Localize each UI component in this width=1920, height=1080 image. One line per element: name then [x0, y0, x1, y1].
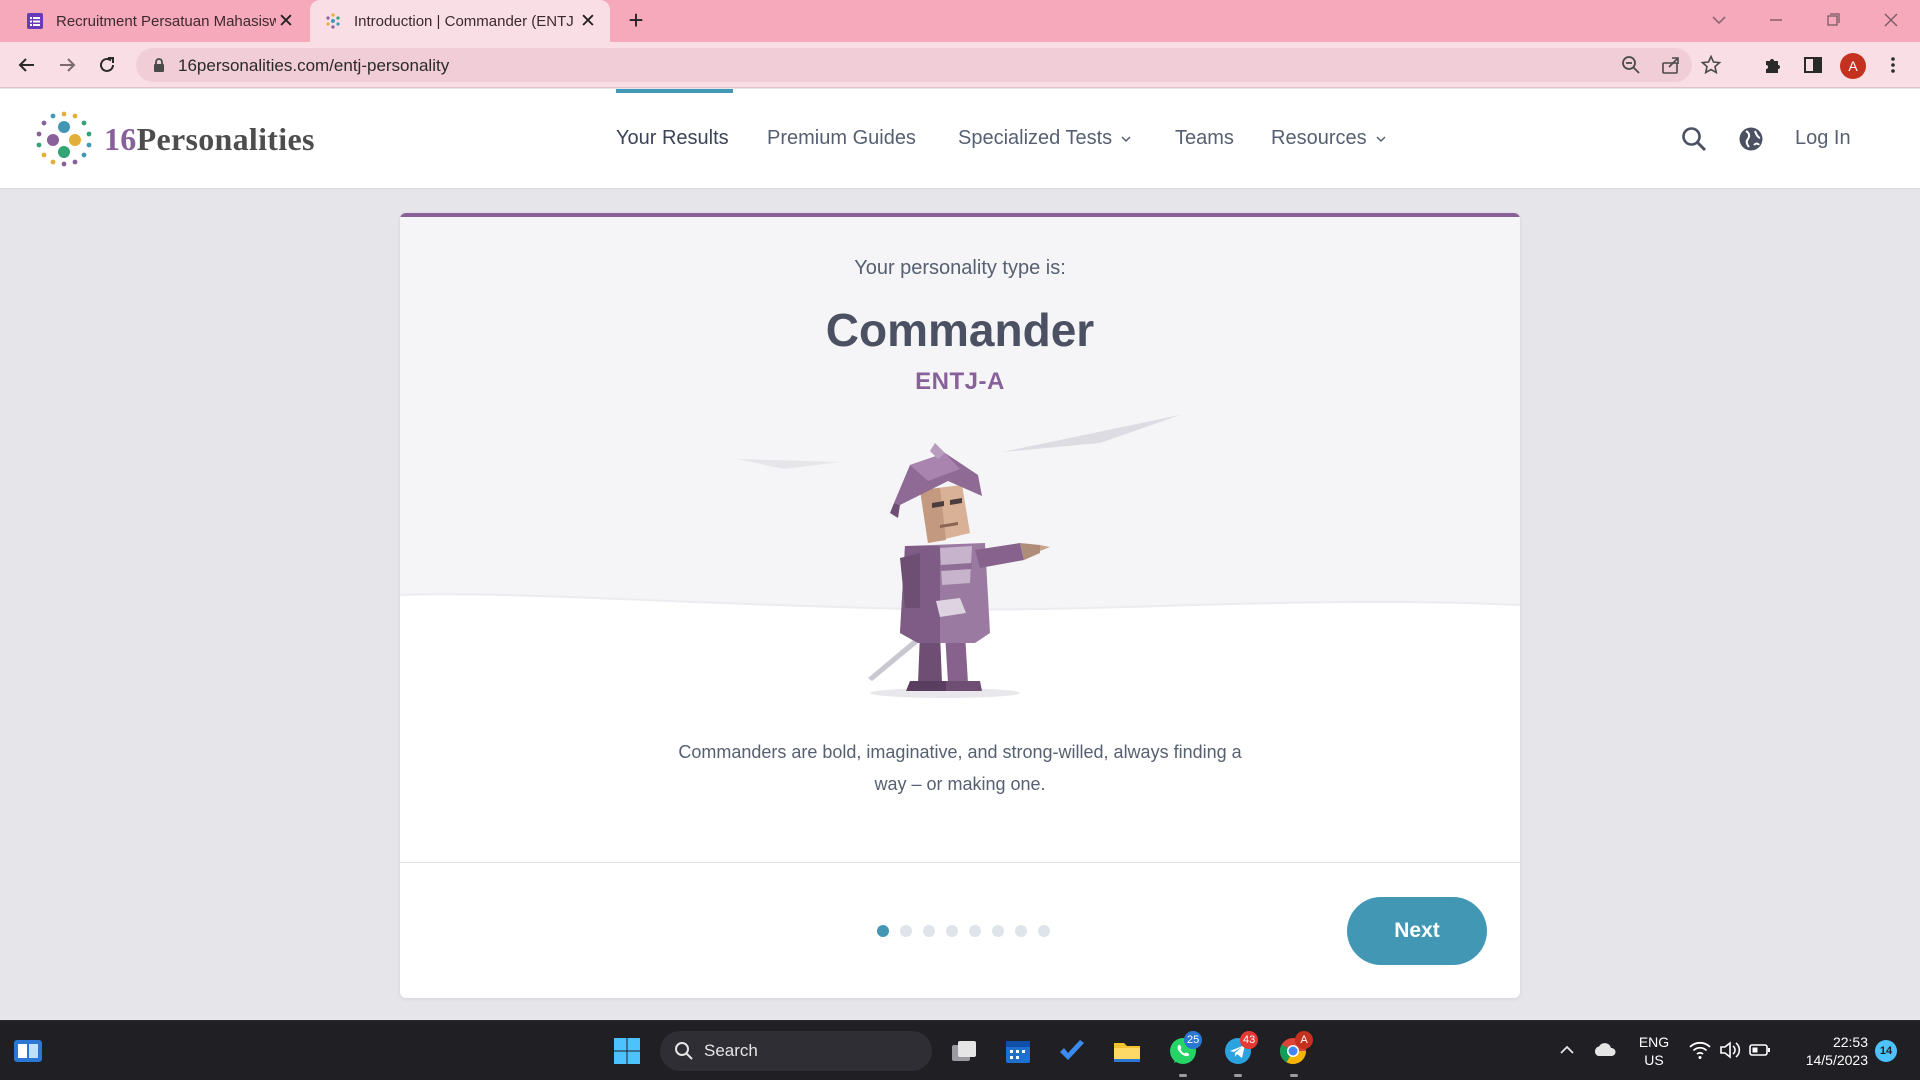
extensions-puzzle-icon[interactable]	[1758, 50, 1788, 80]
running-indicator	[1234, 1074, 1242, 1077]
windows-start-icon[interactable]	[611, 1035, 643, 1067]
close-tab-icon[interactable]: ✕	[276, 11, 296, 32]
minimize-icon[interactable]	[1764, 8, 1788, 32]
result-card: Your personality type is: Commander ENTJ…	[400, 213, 1520, 998]
windows-taskbar: Search 25 43 A ENG US 22:53 14/5/2023 14	[0, 1020, 1920, 1080]
taskbar-search-box[interactable]: Search	[660, 1031, 932, 1071]
whatsapp-badge: 25	[1184, 1031, 1203, 1049]
card-accent-line	[400, 213, 1520, 217]
16personalities-favicon	[326, 13, 340, 29]
active-nav-indicator	[616, 89, 733, 93]
todo-app-icon[interactable]	[1056, 1035, 1088, 1067]
pagination-dot[interactable]	[900, 925, 912, 937]
notification-count-badge[interactable]: 14	[1875, 1040, 1897, 1062]
nav-resources[interactable]: Resources	[1271, 127, 1387, 150]
globe-icon[interactable]	[1737, 125, 1765, 153]
personality-description: Commanders are bold, imaginative, and st…	[678, 742, 1242, 794]
clock-date: 14/5/2023	[1805, 1052, 1868, 1068]
running-indicator	[1290, 1074, 1298, 1077]
pagination-dots	[877, 925, 1050, 937]
result-intro: Your personality type is:	[854, 257, 1066, 279]
tab-recruitment[interactable]: Recruitment Persatuan Mahasiswa ✕	[12, 0, 308, 42]
lock-icon	[154, 58, 164, 72]
card-divider	[400, 862, 1520, 863]
browser-toolbar: 16personalities.com/entj-personality A	[0, 42, 1920, 88]
pagination-dot[interactable]	[1015, 925, 1027, 937]
forward-icon[interactable]	[52, 50, 82, 80]
address-bar[interactable]: 16personalities.com/entj-personality	[136, 48, 1722, 82]
personality-type-code: ENTJ-A	[915, 368, 1005, 395]
telegram-badge: 43	[1240, 1031, 1259, 1049]
logo-wordmark: 16Personalities	[104, 120, 315, 157]
search-label: Search	[704, 1041, 758, 1060]
nav-label: Resources	[1271, 127, 1367, 149]
site-header: 16Personalities Your Results Premium Gui…	[0, 89, 1920, 189]
language-indicator[interactable]: ENG US	[1636, 1033, 1672, 1069]
nav-specialized-tests[interactable]: Specialized Tests	[958, 127, 1132, 150]
language-code: ENG	[1638, 1034, 1670, 1050]
personality-type-name: Commander	[825, 304, 1095, 356]
volume-icon[interactable]	[1718, 1039, 1742, 1061]
task-view-icon[interactable]	[948, 1035, 980, 1067]
widgets-icon[interactable]	[12, 1035, 44, 1067]
nav-label: Specialized Tests	[958, 127, 1113, 149]
profile-avatar[interactable]: A	[1840, 53, 1866, 79]
new-tab-button[interactable]: +	[622, 7, 650, 34]
tab-commander[interactable]: Introduction | Commander (ENTJ ✕	[310, 0, 610, 42]
search-icon	[675, 1042, 693, 1060]
tab-title: Recruitment Persatuan Mahasiswa	[56, 12, 276, 30]
login-link[interactable]: Log In	[1795, 127, 1851, 150]
tab-title: Introduction | Commander (ENTJ	[354, 12, 574, 30]
zoom-out-icon[interactable]	[1620, 54, 1642, 76]
clock-time: 22:53	[1832, 1034, 1868, 1050]
chrome-profile-badge: A	[1295, 1031, 1313, 1049]
calendar-app-icon[interactable]	[1002, 1035, 1034, 1067]
region-code: US	[1644, 1052, 1664, 1068]
reload-icon[interactable]	[92, 50, 122, 80]
google-forms-icon	[27, 13, 43, 29]
kebab-menu-icon[interactable]	[1878, 50, 1908, 80]
search-icon[interactable]	[1680, 125, 1708, 153]
url-text: 16personalities.com/entj-personality	[178, 56, 450, 75]
restore-icon[interactable]	[1821, 8, 1845, 32]
clock[interactable]: 22:53 14/5/2023	[1778, 1033, 1868, 1069]
nav-teams[interactable]: Teams	[1175, 127, 1234, 150]
site-logo[interactable]: 16Personalities	[32, 107, 315, 171]
pagination-dot[interactable]	[1038, 925, 1050, 937]
pagination-dot[interactable]	[923, 925, 935, 937]
next-button[interactable]: Next	[1347, 897, 1487, 965]
chevron-up-icon[interactable]	[1556, 1039, 1578, 1061]
onedrive-cloud-icon[interactable]	[1592, 1039, 1618, 1061]
close-tab-icon[interactable]: ✕	[578, 11, 598, 32]
bookmark-star-icon[interactable]	[1700, 54, 1722, 76]
nav-your-results[interactable]: Your Results	[616, 127, 729, 150]
file-explorer-icon[interactable]	[1111, 1035, 1143, 1067]
wifi-icon[interactable]	[1688, 1039, 1712, 1061]
tab-search-chevron-icon[interactable]	[1708, 9, 1730, 31]
side-panel-icon[interactable]	[1798, 50, 1828, 80]
pagination-dot[interactable]	[969, 925, 981, 937]
logo-dots-icon	[36, 111, 92, 167]
battery-icon[interactable]	[1748, 1039, 1772, 1061]
running-indicator	[1179, 1074, 1187, 1077]
pagination-dot[interactable]	[992, 925, 1004, 937]
close-window-icon[interactable]	[1879, 8, 1903, 32]
chevron-down-icon	[1376, 135, 1386, 142]
nav-premium-guides[interactable]: Premium Guides	[767, 127, 916, 150]
pagination-dot[interactable]	[877, 925, 889, 937]
browser-tab-strip: Recruitment Persatuan Mahasiswa ✕ Introd…	[0, 0, 1920, 42]
pagination-dot[interactable]	[946, 925, 958, 937]
back-icon[interactable]	[12, 50, 42, 80]
share-icon[interactable]	[1660, 54, 1682, 76]
chevron-down-icon	[1121, 135, 1131, 142]
